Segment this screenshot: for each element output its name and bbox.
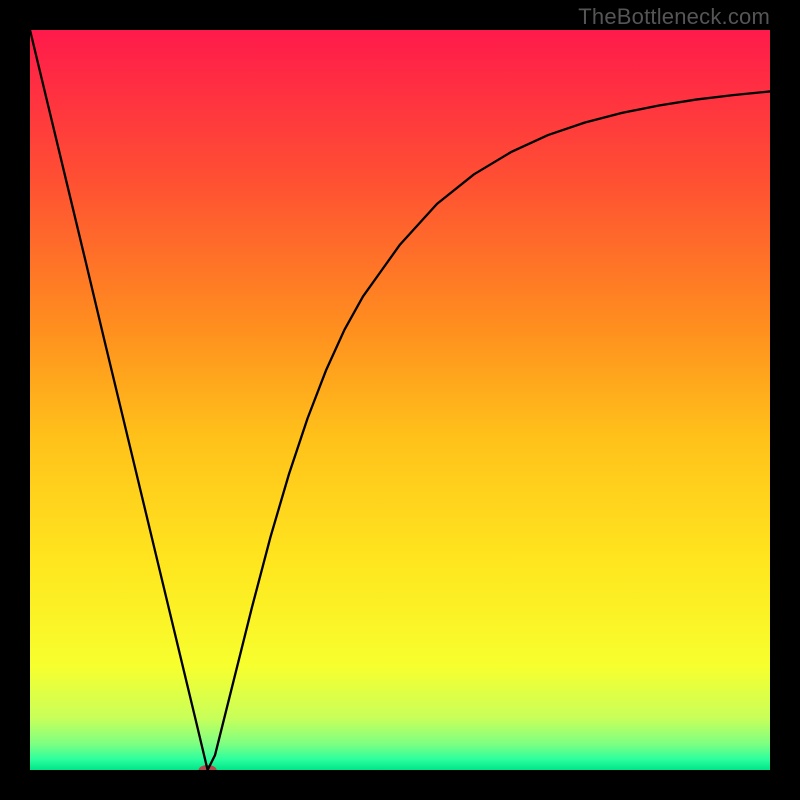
plot-area xyxy=(30,30,770,770)
chart-svg xyxy=(30,30,770,770)
gradient-background xyxy=(30,30,770,770)
watermark-text: TheBottleneck.com xyxy=(578,4,770,30)
chart-frame: TheBottleneck.com xyxy=(0,0,800,800)
